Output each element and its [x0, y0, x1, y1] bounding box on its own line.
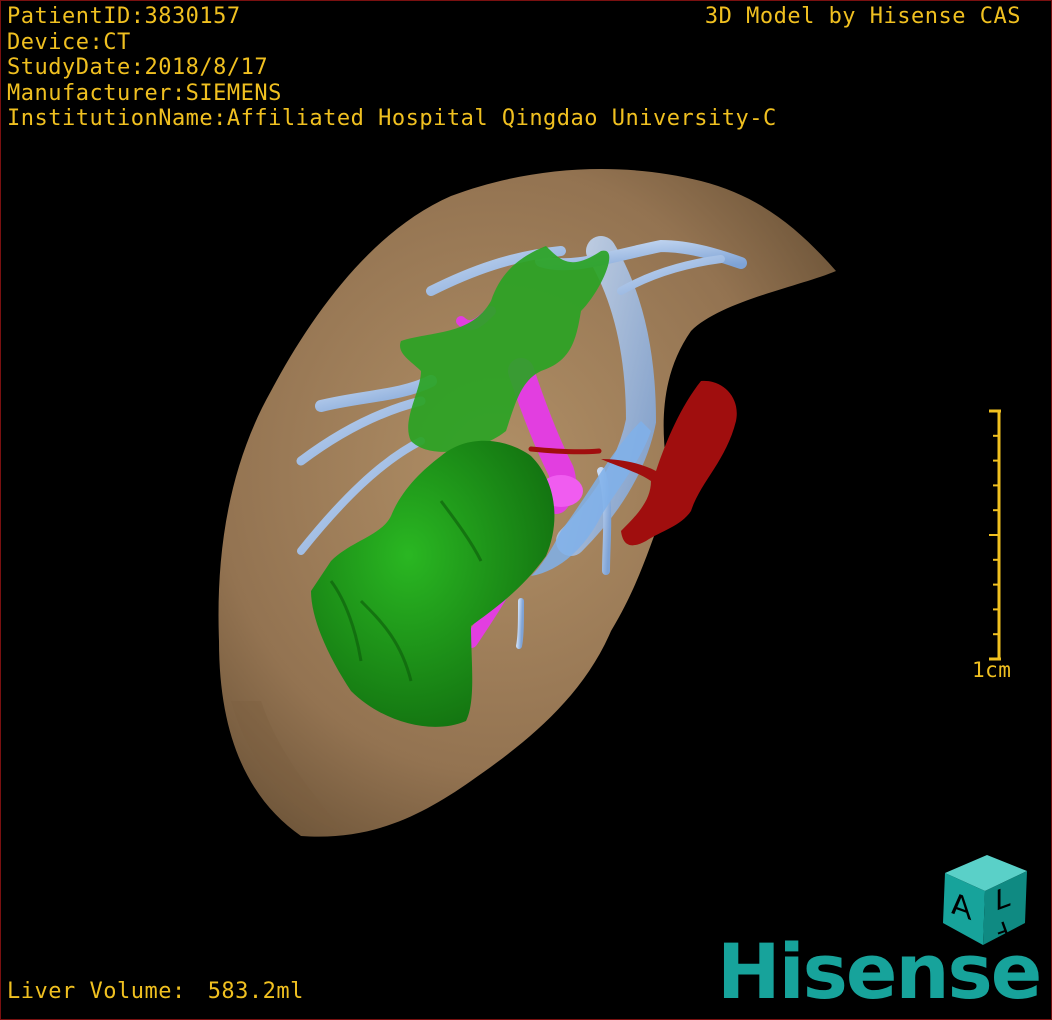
3d-viewport[interactable]: PatientID:3830157 Device:CT StudyDate:20… [0, 0, 1052, 1020]
patient-info: PatientID:3830157 Device:CT StudyDate:20… [7, 4, 777, 132]
liver-3d-model[interactable] [1, 1, 1052, 1020]
hisense-logo: Hisense [717, 927, 1042, 1016]
device: Device:CT [7, 29, 131, 55]
cube-letter-l: L [995, 879, 1011, 918]
scale-bar [989, 409, 1001, 661]
patient-id: PatientID:3830157 [7, 4, 241, 29]
cube-letter-a: A [951, 886, 972, 928]
manufacturer: Manufacturer:SIEMENS [7, 80, 282, 106]
model-credit: 3D Model by Hisense CAS [704, 4, 1021, 29]
liver-volume: Liver Volume: 583.2ml [7, 979, 304, 1005]
artery-branch [528, 446, 602, 455]
institution-name: InstitutionName:Affiliated Hospital Qing… [7, 106, 777, 131]
liver-volume-label: Liver Volume: [7, 979, 186, 1004]
scale-label: 1cm [972, 658, 1012, 682]
study-date: StudyDate:2018/8/17 [7, 55, 269, 80]
liver-volume-value: 583.2ml [207, 979, 304, 1004]
